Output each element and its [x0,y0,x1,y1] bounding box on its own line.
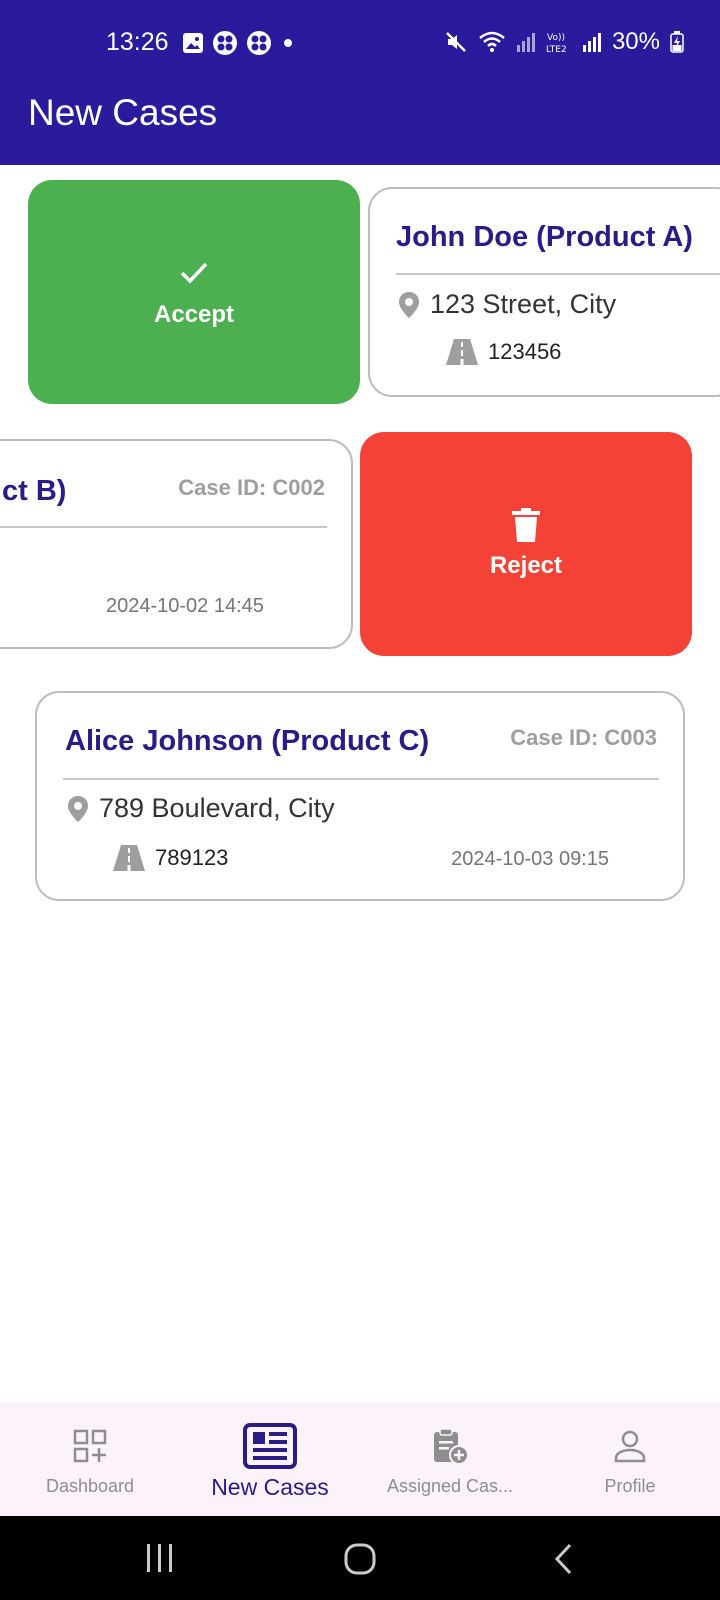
road-icon [113,845,145,871]
bottom-navigation: Dashboard New Cases Assigned Cas... Prof… [0,1402,720,1516]
svg-text:LTE2: LTE2 [546,45,567,54]
case-title: John Doe (Product A) [396,221,693,253]
card-divider [63,778,659,780]
recent-apps-icon[interactable] [145,1542,175,1574]
reject-label: Reject [489,552,563,579]
battery-charging-icon [670,31,684,53]
location-pin-icon [68,795,88,822]
newspaper-icon [243,1423,297,1469]
app-notification-icon [247,31,271,55]
nav-profile[interactable]: Profile [540,1402,720,1516]
road-icon [446,339,478,365]
case-id: Case ID: C003 [510,725,657,750]
code-text: 789123 [155,845,229,870]
reject-button[interactable]: Reject [360,432,692,656]
nav-label: Assigned Cas... [386,1476,514,1496]
location-pin-icon [399,291,419,318]
case-card[interactable]: ct B) Case ID: C002 2024-10-02 14:45 [0,439,353,649]
clipboard-add-icon [434,1428,469,1465]
status-notification-icons [182,30,296,56]
app-notification-icon [213,31,237,55]
page-title: New Cases [28,92,218,133]
nav-dashboard[interactable]: Dashboard [0,1402,180,1516]
case-code: 789123 [113,845,228,871]
nav-label: Profile [604,1476,656,1496]
accept-button[interactable]: Accept [28,180,360,404]
nav-label: Dashboard [45,1476,135,1496]
case-date: 2024-10-03 09:15 [451,848,609,870]
card-divider [396,273,720,275]
wifi-icon [479,31,505,52]
dashboard-icon [73,1429,107,1463]
system-navigation-bar [0,1516,720,1600]
case-card[interactable]: Alice Johnson (Product C) Case ID: C003 … [35,691,685,901]
nav-assigned-cases[interactable]: Assigned Cas... [360,1402,540,1516]
status-time: 13:26 [106,28,169,56]
svg-text:Vo)): Vo)) [547,33,565,43]
mute-icon [446,32,466,52]
case-id: Case ID: C002 [178,475,325,500]
code-text: 123456 [488,339,562,364]
person-icon [614,1430,646,1463]
gallery-icon [183,33,203,53]
address-text: 789 Boulevard, City [99,793,335,823]
check-icon [180,262,208,284]
case-date: 2024-10-02 14:45 [106,595,264,617]
address-text: 123 Street, City [430,289,617,319]
nav-label: New Cases [211,1474,329,1500]
status-system-icons: Vo)) LTE2 30% [444,28,684,56]
case-code: 123456 [446,339,561,365]
case-title: ct B) [2,475,67,507]
accept-label: Accept [153,301,235,328]
case-card[interactable]: John Doe (Product A) 123 Street, City 12… [368,187,720,397]
signal-icon [582,33,601,52]
trash-icon [512,508,540,542]
dot-icon [284,39,292,47]
case-address: 789 Boulevard, City [67,793,335,824]
volte-icon: Vo)) LTE2 [546,33,567,54]
case-address: 123 Street, City [398,289,616,320]
nav-new-cases[interactable]: New Cases [180,1402,360,1516]
battery-percent: 30% [611,28,660,55]
back-icon[interactable] [552,1542,574,1576]
case-title: Alice Johnson (Product C) [65,725,430,757]
home-icon[interactable] [343,1542,377,1576]
signal-icon [516,33,535,52]
app-header: 13:26 Vo)) LTE2 30% New Cases [0,0,720,165]
card-divider [0,526,327,528]
